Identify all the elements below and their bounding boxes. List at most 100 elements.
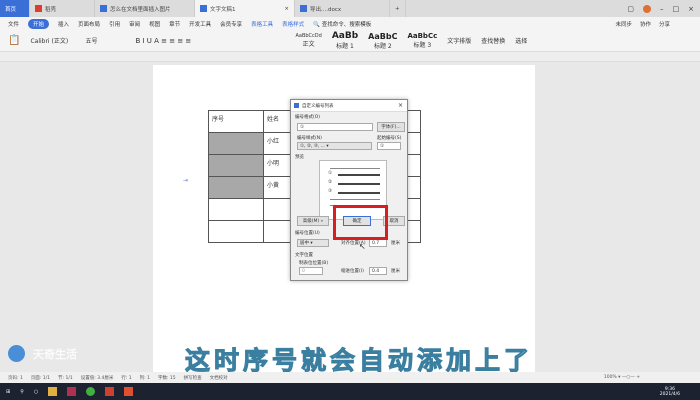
status-setting: 设置值: 3.4厘米	[80, 375, 114, 381]
search-icon[interactable]: ⚲	[20, 389, 24, 395]
tab-daoke[interactable]: 稻壳	[30, 0, 95, 17]
clock-date: 2021/4/6	[659, 391, 680, 397]
clock[interactable]: 9:36 2021/4/6	[660, 387, 700, 397]
menu-member[interactable]: 会员专享	[220, 20, 242, 28]
style-sample: AaBb	[331, 31, 359, 41]
spell-check-toggle[interactable]: 拼写检查	[184, 375, 202, 381]
tab-label: 制表位位置(B)	[299, 261, 329, 266]
table-cell[interactable]: 序号	[208, 110, 264, 133]
table-cell[interactable]	[208, 198, 264, 221]
style-normal[interactable]: AaBbCcDd 正文	[295, 33, 321, 48]
paragraph-mark-icon: ⇥	[183, 177, 189, 184]
menu-developer[interactable]: 开发工具	[189, 20, 211, 28]
menu-table-style[interactable]: 表格样式	[282, 20, 304, 28]
status-section: 节: 1/1	[58, 375, 73, 381]
menu-insert[interactable]: 插入	[58, 20, 69, 28]
close-icon[interactable]: ×	[398, 102, 407, 109]
format-tools[interactable]: B I U A ≡ ≡ ≡ ≡	[135, 37, 285, 45]
search-box[interactable]: 🔍 查找命令、搜索模板	[313, 20, 371, 28]
format-label: 编号格式(O)	[295, 115, 321, 120]
style-value: ①, ②, ③, ...	[300, 144, 325, 149]
style-sample: AaBbC	[368, 31, 398, 41]
status-bar: 页码: 1 页面: 1/1 节: 1/1 设置值: 3.4厘米 行: 1 列: …	[0, 372, 700, 383]
minimize-icon[interactable]: –	[660, 5, 664, 13]
tab-doc-active[interactable]: 文字文稿1 ×	[195, 0, 295, 17]
doc-icon	[100, 5, 107, 12]
tab-doc[interactable]: 怎么在文档里面插入图片	[95, 0, 195, 17]
unit-select[interactable]: 厘米	[391, 240, 400, 246]
status-pages: 页面: 1/1	[30, 375, 51, 381]
style-label: 标题 3	[413, 42, 432, 49]
start-spinner[interactable]: ①	[377, 142, 401, 150]
app-icon[interactable]	[67, 387, 77, 396]
close-window-icon[interactable]: ×	[688, 5, 694, 13]
wechat-icon[interactable]	[86, 387, 96, 396]
unit-select[interactable]: 厘米	[391, 268, 400, 274]
style-select[interactable]: ①, ②, ③, ... ▾	[297, 142, 372, 150]
close-icon[interactable]: ×	[284, 6, 289, 12]
menu-chapter[interactable]: 章节	[169, 20, 180, 28]
layout-icon[interactable]: ▢	[627, 5, 634, 13]
menu-view[interactable]: 视图	[149, 20, 160, 28]
menu-references[interactable]: 引用	[109, 20, 120, 28]
share-button[interactable]: 分享	[659, 20, 670, 28]
position-select[interactable]: 居中 ▾	[297, 239, 329, 247]
status-row: 行: 1	[121, 375, 132, 381]
new-tab-button[interactable]: +	[390, 0, 406, 17]
tab-doc[interactable]: 导出....docx	[295, 0, 390, 17]
style-h3[interactable]: AaBbCc 标题 3	[407, 32, 437, 49]
tab-label: 导出....docx	[310, 6, 342, 13]
style-h1[interactable]: AaBb 标题 1	[332, 31, 358, 50]
select-button[interactable]: 选择	[515, 36, 527, 45]
preview-number: ①	[328, 171, 333, 176]
style-label: 标题 1	[336, 43, 354, 50]
menu-table-tools[interactable]: 表格工具	[251, 20, 273, 28]
app-icon[interactable]	[124, 387, 134, 396]
file-explorer-icon[interactable]	[48, 387, 58, 396]
align-spinner[interactable]: 0.7	[369, 239, 387, 247]
advanced-button[interactable]: 高级(M) »	[297, 216, 329, 226]
text-layout-button[interactable]: 文字排版	[447, 36, 471, 45]
font-button[interactable]: 字体(F)...	[377, 122, 405, 132]
menu-bar: 文件 开始 插入 页面布局 引用 审阅 视图 章节 开发工具 会员专享 表格工具…	[0, 17, 700, 30]
custom-numbering-dialog: 自定义编号列表 × 编号格式(O) ① 字体(F)... 编号样式(N) ①, ②…	[290, 99, 408, 281]
menu-layout[interactable]: 页面布局	[78, 20, 100, 28]
windows-start-icon[interactable]: ⊞	[6, 389, 10, 395]
preview-number: ②	[328, 180, 333, 185]
find-replace-button[interactable]: 查找替换	[481, 36, 505, 45]
zoom-control[interactable]: 100% ▾ —○— +	[604, 375, 700, 380]
style-h2[interactable]: AaBbC 标题 2	[368, 32, 397, 50]
style-sample: AaBbCc	[407, 32, 438, 40]
proofread-toggle[interactable]: 文档校对	[210, 375, 228, 381]
tab-label: 文字文稿1	[210, 6, 236, 13]
sync-button[interactable]: 未同步	[615, 20, 632, 28]
font-select[interactable]: Calibri (正文)	[30, 36, 75, 45]
table-cell[interactable]	[208, 176, 264, 199]
watermark: 天奇生活	[8, 345, 77, 362]
paste-icon[interactable]: 📋	[8, 35, 20, 46]
tab-label: 稻壳	[45, 6, 57, 13]
highlight-box	[333, 205, 388, 240]
wps-icon[interactable]	[105, 387, 115, 396]
indent-spinner[interactable]: 0.4	[369, 267, 387, 275]
menu-home[interactable]: 开始	[28, 18, 50, 29]
menu-file[interactable]: 文件	[8, 20, 19, 28]
menu-review[interactable]: 审阅	[129, 20, 140, 28]
table-cell[interactable]	[208, 220, 264, 243]
style-label: 标题 2	[373, 42, 392, 50]
table-cell[interactable]	[208, 132, 264, 155]
task-view-icon[interactable]: ○	[34, 389, 38, 395]
font-size-select[interactable]: 五号	[85, 36, 125, 45]
table-cell[interactable]	[208, 154, 264, 177]
ruler[interactable]	[0, 52, 700, 62]
maximize-icon[interactable]: □	[673, 5, 680, 13]
tab-home[interactable]: 首页	[0, 0, 30, 17]
collab-button[interactable]: 协作	[640, 20, 651, 28]
dialog-icon	[294, 103, 299, 108]
format-input[interactable]: ①	[297, 123, 373, 131]
zoom-level: 100%	[603, 375, 617, 380]
tab-label: 怎么在文档里面插入图片	[110, 6, 171, 13]
tab-spinner[interactable]: 0	[299, 267, 323, 275]
cursor-icon: ↖	[359, 242, 366, 251]
avatar[interactable]	[643, 4, 651, 13]
